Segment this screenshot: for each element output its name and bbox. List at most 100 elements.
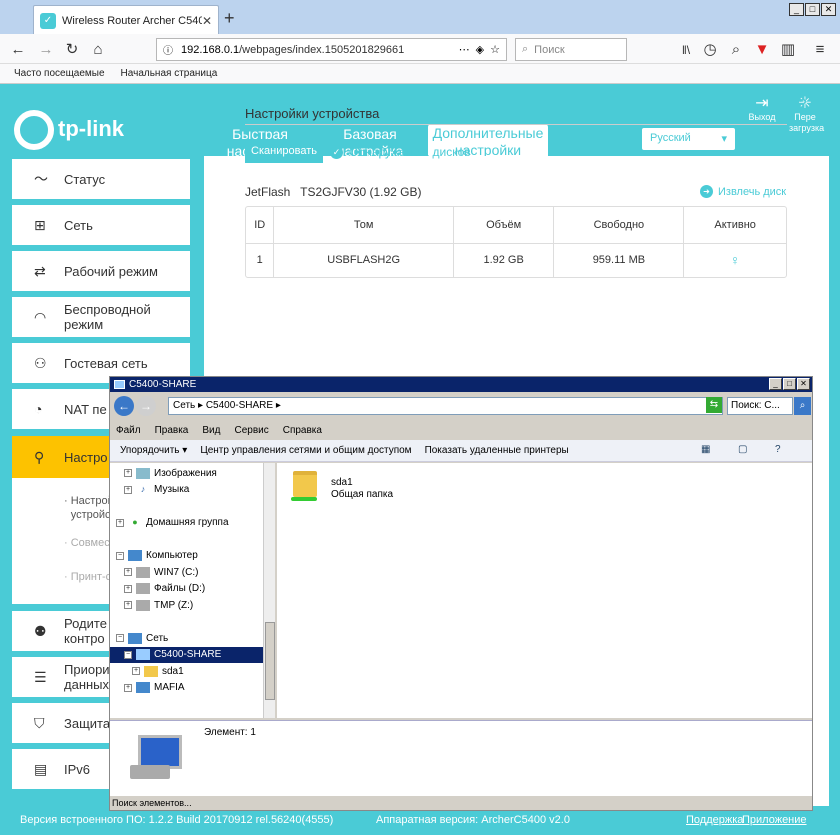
collapse-icon[interactable]: − xyxy=(124,650,132,659)
scan-button[interactable]: Сканировать xyxy=(245,139,323,163)
tplink-logo-text: tp-link xyxy=(58,115,124,141)
navigation-tree: + Изображения + ♪ Музыка + ● Домашняя группа … xyxy=(110,463,275,718)
app-link[interactable]: Приложение xyxy=(742,814,807,826)
network-center-button[interactable]: Центр управления сетями и общим доступом xyxy=(200,445,411,456)
minimize-icon[interactable]: _ xyxy=(769,378,782,390)
computer-icon xyxy=(136,649,150,661)
home-icon[interactable]: ⌂ xyxy=(88,40,108,60)
computer-icon xyxy=(130,735,182,781)
close-icon[interactable]: ✕ xyxy=(821,3,836,16)
hardware-version: Аппаратная версия: ArcherC5400 v2.0 xyxy=(376,814,570,826)
library-icon[interactable]: ‖\ xyxy=(676,40,696,60)
info-icon[interactable]: ⓘ xyxy=(163,42,173,57)
search-input[interactable]: ⌕ Поиск xyxy=(515,38,627,61)
sub-item-sharing[interactable]: · Совмест xyxy=(64,536,115,550)
sidebar-item-network[interactable]: ⊞ Сеть xyxy=(12,205,190,245)
language-select[interactable]: Русский ▾ xyxy=(642,128,735,150)
explorer-search-input[interactable]: Поиск: C... xyxy=(727,397,793,415)
pocket-icon[interactable]: ◈ xyxy=(476,43,484,56)
tab-close-icon[interactable]: ✕ xyxy=(202,14,212,28)
tab-title: Wireless Router Archer C5400 xyxy=(62,14,202,27)
path-input[interactable]: Сеть ▸ C5400-SHARE ▸ xyxy=(168,397,723,415)
zoom-icon[interactable]: ⌕ xyxy=(726,40,746,60)
sidebar-item-mode[interactable]: ⇄ Рабочий режим xyxy=(12,251,190,291)
collapse-icon[interactable]: − xyxy=(116,634,124,643)
sidebar-item-wireless[interactable]: ◠ Беспроводной режим xyxy=(12,297,190,337)
sidebar-icon[interactable]: ▥ xyxy=(778,40,798,60)
tree-item[interactable]: + sda1 xyxy=(110,663,274,680)
window-controls: _ □ ✕ xyxy=(788,3,836,16)
sidebar-item-status[interactable]: 〜 Статус xyxy=(12,159,190,199)
expand-icon[interactable]: + xyxy=(124,683,132,692)
menu-help[interactable]: Справка xyxy=(283,425,322,436)
url-bar[interactable]: ⓘ 192.168.0.1/webpages/index.15052018296… xyxy=(156,38,507,61)
back-icon[interactable]: ← xyxy=(8,40,28,60)
logout-button[interactable]: ⇥ Выход xyxy=(746,96,778,123)
expand-icon[interactable]: + xyxy=(124,601,132,610)
menu-file[interactable]: Файл xyxy=(116,425,141,436)
tree-item[interactable]: + WIN7 (C:) xyxy=(110,564,274,581)
expand-icon[interactable]: + xyxy=(124,485,132,494)
maximize-icon[interactable]: □ xyxy=(805,3,820,16)
tplink-logo: tp-link xyxy=(14,110,124,150)
scrollbar-thumb[interactable] xyxy=(265,622,275,700)
tree-item[interactable]: + ♪ Музыка xyxy=(110,482,274,499)
organize-button[interactable]: Упорядочить ▾ xyxy=(120,445,187,456)
drive-icon xyxy=(136,583,150,595)
eject-button[interactable]: ➜ Извлечь диск xyxy=(700,185,786,198)
help-icon[interactable]: ? xyxy=(775,444,789,458)
bookmark-frequent[interactable]: Часто посещаемые xyxy=(14,68,105,79)
search-icon[interactable]: ⌕ xyxy=(794,397,811,415)
tree-item[interactable]: + TMP (Z:) xyxy=(110,597,274,614)
refresh-icon[interactable]: ⇆ xyxy=(706,397,722,413)
sub-item-print[interactable]: · Принт-с xyxy=(64,570,111,584)
tree-item-selected[interactable]: − C5400-SHARE xyxy=(110,646,263,663)
menu-view[interactable]: Вид xyxy=(202,425,220,436)
file-type: Общая папка xyxy=(331,489,394,500)
expand-icon[interactable]: + xyxy=(124,584,132,593)
list-item[interactable]: sda1 Общая папка xyxy=(277,463,477,507)
new-tab-icon[interactable]: + xyxy=(224,8,235,29)
bulb-icon[interactable]: ♀ xyxy=(730,252,741,268)
tree-item[interactable]: + Изображения xyxy=(110,465,274,482)
bookmark-star-icon[interactable]: ☆ xyxy=(490,43,500,56)
expand-icon[interactable]: + xyxy=(124,469,132,478)
expand-icon[interactable]: + xyxy=(116,518,124,527)
history-icon[interactable]: ◷ xyxy=(700,40,720,60)
shield-icon[interactable]: ▼ xyxy=(752,40,772,60)
tree-item[interactable]: + ● Домашняя группа xyxy=(110,515,274,532)
reload-icon[interactable]: ↻ xyxy=(62,40,82,60)
support-link[interactable]: Поддержка xyxy=(686,814,743,826)
close-icon[interactable]: ✕ xyxy=(797,378,810,390)
page-actions-icon[interactable]: ⋯ xyxy=(459,43,470,56)
found-status: ✓ Обнаружено 1 дисков xyxy=(330,145,471,159)
menu-tools[interactable]: Сервис xyxy=(234,425,268,436)
help-icon[interactable]: ? xyxy=(793,94,813,114)
expand-icon[interactable]: + xyxy=(124,568,132,577)
bookmark-start[interactable]: Начальная страница xyxy=(121,68,218,79)
view-options-icon[interactable]: ▦ xyxy=(701,444,715,458)
show-printers-button[interactable]: Показать удаленные принтеры xyxy=(425,445,569,456)
file-list: sda1 Общая папка xyxy=(277,463,812,718)
forward-icon[interactable]: → xyxy=(36,40,56,60)
menu-edit[interactable]: Правка xyxy=(155,425,189,436)
tree-scrollbar[interactable] xyxy=(263,463,275,718)
collapse-icon[interactable]: − xyxy=(116,551,124,560)
maximize-icon[interactable]: □ xyxy=(783,378,796,390)
tree-item[interactable]: + MAFIA xyxy=(110,680,274,697)
search-placeholder: Поиск xyxy=(534,43,565,56)
bookmarks-bar: Часто посещаемые Начальная страница xyxy=(0,64,840,84)
forward-icon[interactable]: → xyxy=(136,396,156,416)
menu-icon[interactable]: ≡ xyxy=(810,40,830,60)
preview-pane-icon[interactable]: ▢ xyxy=(738,444,752,458)
tree-item[interactable]: − Компьютер xyxy=(110,548,274,565)
back-icon[interactable]: ← xyxy=(114,396,134,416)
sidebar-item-label: Сеть xyxy=(64,217,93,233)
tree-item[interactable]: − Сеть xyxy=(110,630,274,647)
computer-icon xyxy=(128,550,142,562)
qos-icon: ☰ xyxy=(34,668,47,685)
tree-item[interactable]: + Файлы (D:) xyxy=(110,581,274,598)
minimize-icon[interactable]: _ xyxy=(789,3,804,16)
browser-tab[interactable]: ✓ Wireless Router Archer C5400 ✕ xyxy=(33,5,219,35)
expand-icon[interactable]: + xyxy=(132,667,140,676)
